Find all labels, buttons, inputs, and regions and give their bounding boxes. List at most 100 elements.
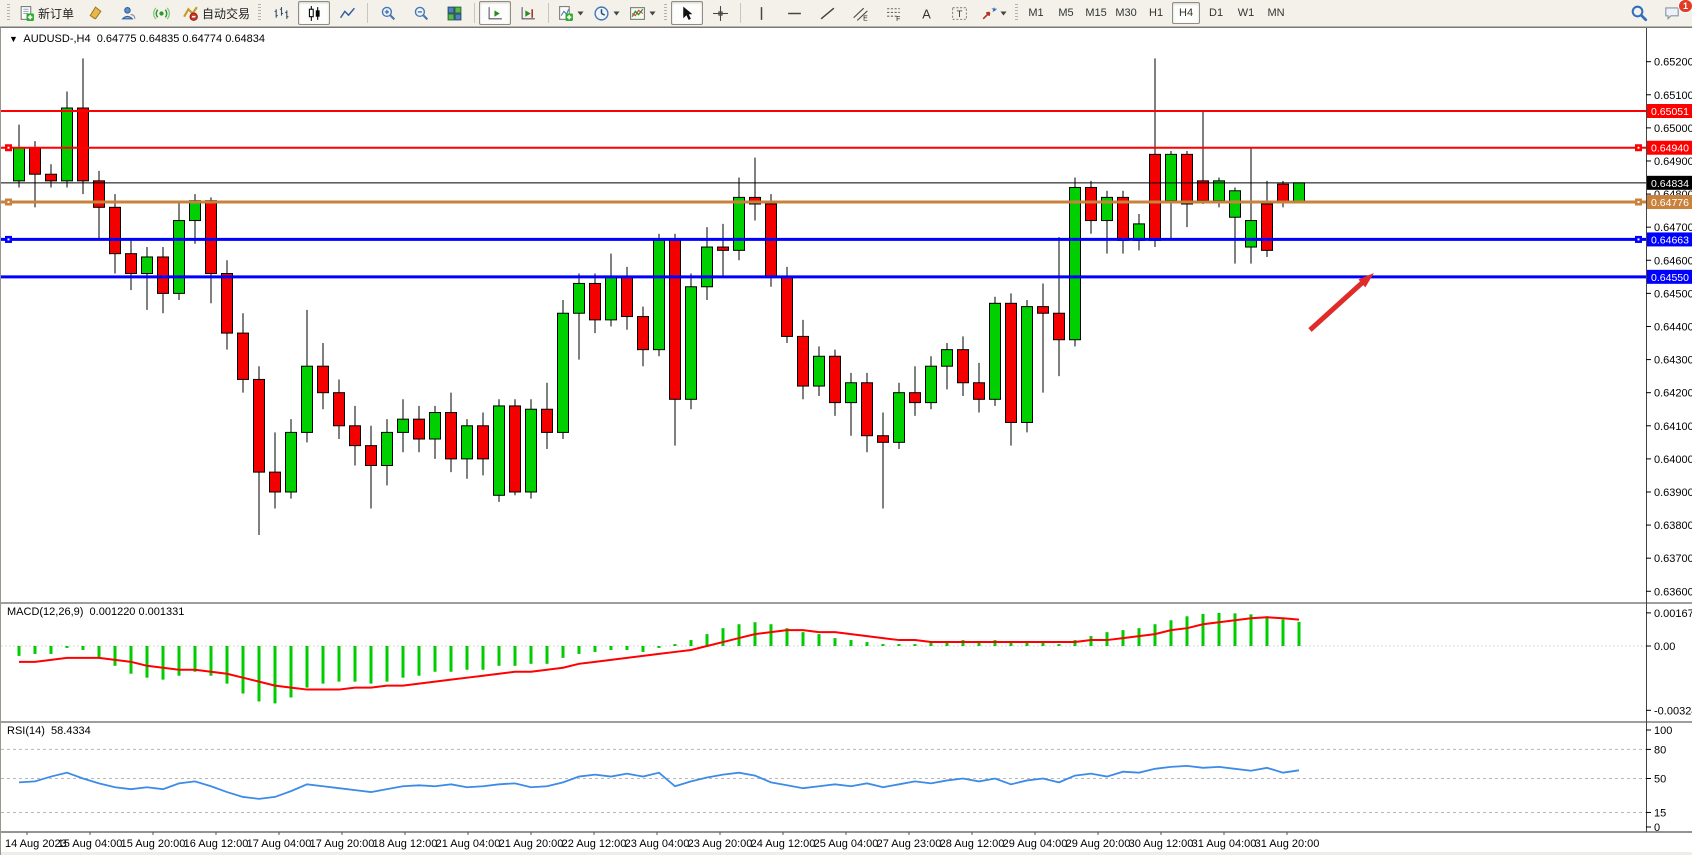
new-order-label: 新订单 <box>38 5 74 22</box>
svg-text:15 Aug 20:00: 15 Aug 20:00 <box>121 838 186 850</box>
svg-text:0.64776: 0.64776 <box>1651 197 1689 209</box>
equidistant-channel-button[interactable]: E <box>844 1 876 25</box>
cursor-button[interactable] <box>671 1 703 25</box>
chart-shift-button[interactable] <box>512 1 544 25</box>
timeframe-M15[interactable]: M15 <box>1082 2 1110 24</box>
svg-text:50: 50 <box>1654 774 1666 786</box>
svg-text:A: A <box>922 6 931 21</box>
new-order-button[interactable]: 新订单 <box>14 1 78 25</box>
line-chart-button[interactable] <box>331 1 363 25</box>
timeframe-H1[interactable]: H1 <box>1142 2 1170 24</box>
svg-text:100: 100 <box>1654 725 1672 737</box>
crosshair-button[interactable] <box>704 1 736 25</box>
svg-text:0.65100: 0.65100 <box>1654 90 1692 102</box>
rsi-line <box>19 766 1299 799</box>
svg-text:28 Aug 12:00: 28 Aug 12:00 <box>940 838 1005 850</box>
candlestick-chart-icon <box>306 5 323 22</box>
tile-windows-button[interactable] <box>438 1 470 25</box>
price-axis[interactable]: 0.652000.651000.650000.649000.648000.647… <box>1646 57 1692 599</box>
notifications-button[interactable]: 1 <box>1656 1 1688 25</box>
autotrading-icon <box>182 5 199 22</box>
svg-text:29 Aug 20:00: 29 Aug 20:00 <box>1066 838 1131 850</box>
zoom-in-button[interactable] <box>372 1 404 25</box>
svg-text:29 Aug 04:00: 29 Aug 04:00 <box>1003 838 1068 850</box>
indicators-button[interactable] <box>553 1 588 25</box>
svg-text:16 Aug 12:00: 16 Aug 12:00 <box>184 838 249 850</box>
profile-button[interactable] <box>112 1 144 25</box>
timeframe-W1[interactable]: W1 <box>1232 2 1260 24</box>
text-label-icon: T <box>951 5 968 22</box>
svg-text:0.64700: 0.64700 <box>1654 222 1692 234</box>
svg-text:80: 80 <box>1654 744 1666 756</box>
templates-button[interactable] <box>625 1 660 25</box>
svg-text:23 Aug 04:00: 23 Aug 04:00 <box>625 838 690 850</box>
svg-text:0.64940: 0.64940 <box>1651 143 1689 155</box>
metatrader-window: 新订单 自动交易 <box>0 0 1692 855</box>
trend-arrow[interactable] <box>1310 273 1374 330</box>
svg-text:30 Aug 12:00: 30 Aug 12:00 <box>1129 838 1194 850</box>
svg-text:0.65051: 0.65051 <box>1651 106 1689 118</box>
timeframe-H4[interactable]: H4 <box>1172 2 1200 24</box>
svg-text:0.00: 0.00 <box>1654 641 1675 653</box>
chart-collapse-caret[interactable]: ▼ <box>9 34 18 44</box>
auto-scroll-button[interactable] <box>479 1 511 25</box>
auto-scroll-icon <box>487 5 504 22</box>
svg-text:F: F <box>896 15 900 21</box>
fibonacci-button[interactable]: F <box>877 1 909 25</box>
trendline-button[interactable] <box>811 1 843 25</box>
svg-text:17 Aug 20:00: 17 Aug 20:00 <box>310 838 375 850</box>
timeframe-M1[interactable]: M1 <box>1022 2 1050 24</box>
search-button[interactable] <box>1623 1 1655 25</box>
macd-indicator-label: MACD(12,26,9) 0.001220 0.001331 <box>7 606 184 618</box>
svg-text:0.64600: 0.64600 <box>1654 255 1692 267</box>
toolbar-drag-handle[interactable] <box>7 4 10 22</box>
notification-badge: 1 <box>1678 0 1692 13</box>
periods-button[interactable] <box>589 1 624 25</box>
svg-text:27 Aug 23:00: 27 Aug 23:00 <box>877 838 942 850</box>
horizontal-line-button[interactable] <box>778 1 810 25</box>
svg-text:21 Aug 20:00: 21 Aug 20:00 <box>499 838 564 850</box>
arrows-objects-button[interactable] <box>976 1 1011 25</box>
bar-chart-icon <box>273 5 290 22</box>
timeframe-M30[interactable]: M30 <box>1112 2 1140 24</box>
date-axis[interactable]: 14 Aug 202315 Aug 04:0015 Aug 20:0016 Au… <box>5 832 1319 850</box>
svg-text:0.64000: 0.64000 <box>1654 454 1692 466</box>
vertical-line-button[interactable] <box>745 1 777 25</box>
svg-text:0.64550: 0.64550 <box>1651 272 1689 284</box>
autotrading-label: 自动交易 <box>202 5 250 22</box>
bar-chart-button[interactable] <box>265 1 297 25</box>
svg-text:0.63800: 0.63800 <box>1654 520 1692 532</box>
rsi-panel: 1008050150 <box>1 725 1672 834</box>
cursor-arrow-icon <box>679 5 696 22</box>
text-button[interactable]: A <box>910 1 942 25</box>
zoom-in-icon <box>380 5 397 22</box>
zoom-out-button[interactable] <box>405 1 437 25</box>
timeframe-MN[interactable]: MN <box>1262 2 1290 24</box>
svg-text:31 Aug 04:00: 31 Aug 04:00 <box>1192 838 1257 850</box>
signals-button[interactable] <box>145 1 177 25</box>
timeframe-M5[interactable]: M5 <box>1052 2 1080 24</box>
horizontal-lines[interactable]: 0.650510.649400.648340.647760.646630.645… <box>1 104 1692 284</box>
vertical-line-icon <box>753 5 770 22</box>
crosshair-icon <box>712 5 729 22</box>
main-toolbar: 新订单 自动交易 <box>0 0 1692 27</box>
chart-canvas[interactable]: 0.652000.651000.650000.649000.648000.647… <box>1 28 1692 855</box>
macd-panel: 0.0016730.00-0.003249 <box>1 608 1692 717</box>
chart-window[interactable]: 0.652000.651000.650000.649000.648000.647… <box>0 27 1692 855</box>
toolbar-drag-handle[interactable] <box>1015 4 1018 22</box>
svg-text:0.64100: 0.64100 <box>1654 421 1692 433</box>
profile-person-icon <box>120 5 137 22</box>
svg-text:0.63700: 0.63700 <box>1654 553 1692 565</box>
candlestick-chart-button[interactable] <box>298 1 330 25</box>
gold-chisel-icon <box>87 5 104 22</box>
chart-properties-button[interactable] <box>79 1 111 25</box>
toolbar-drag-handle[interactable] <box>258 4 261 22</box>
rsi-value: 58.4334 <box>51 725 91 737</box>
toolbar-drag-handle[interactable] <box>664 4 667 22</box>
timeframe-D1[interactable]: D1 <box>1202 2 1230 24</box>
autotrading-button[interactable]: 自动交易 <box>178 1 254 25</box>
text-label-button[interactable]: T <box>943 1 975 25</box>
svg-text:0.64300: 0.64300 <box>1654 355 1692 367</box>
svg-text:0.65200: 0.65200 <box>1654 57 1692 69</box>
chart-symbol-period: AUDUSD-,H4 <box>23 33 90 45</box>
